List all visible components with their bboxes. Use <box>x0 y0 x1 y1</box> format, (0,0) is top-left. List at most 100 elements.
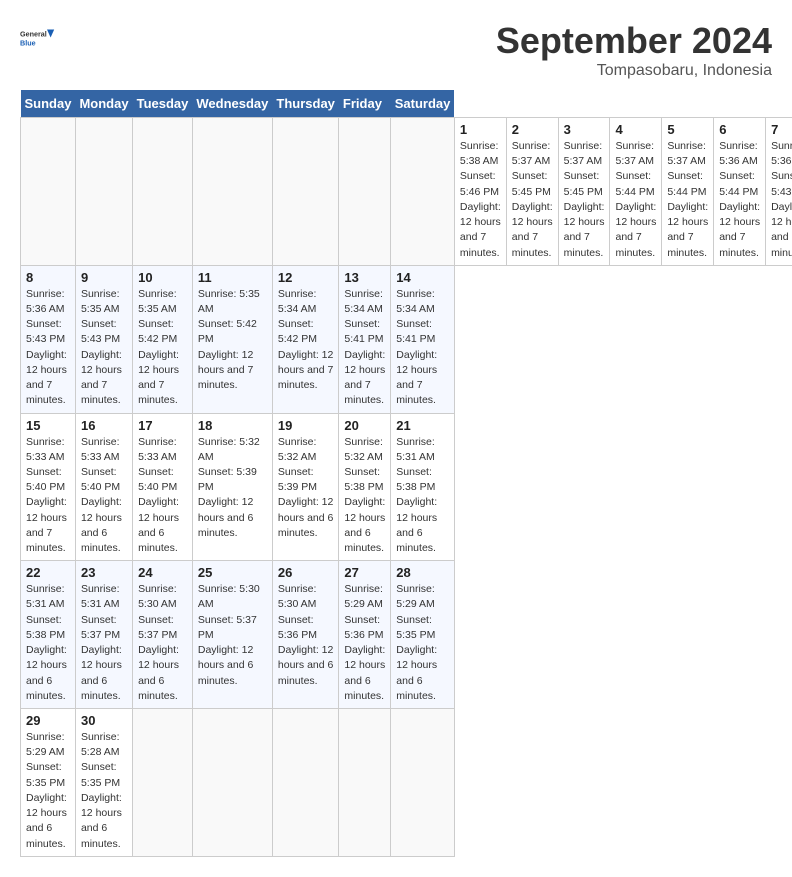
day-number: 23 <box>81 565 127 580</box>
day-number: 27 <box>344 565 385 580</box>
day-info: Sunrise: 5:33 AMSunset: 5:40 PMDaylight:… <box>81 435 127 557</box>
day-info: Sunrise: 5:31 AMSunset: 5:37 PMDaylight:… <box>81 582 127 704</box>
calendar-week-row: 15 Sunrise: 5:33 AMSunset: 5:40 PMDayligh… <box>21 413 792 561</box>
calendar-cell: 8Sunrise: 5:36 AMSunset: 5:43 PMDaylight… <box>21 265 76 413</box>
day-info: Sunrise: 5:32 AMSunset: 5:38 PMDaylight:… <box>344 435 385 557</box>
calendar-cell <box>192 709 272 857</box>
calendar-cell: 24Sunrise: 5:30 AMSunset: 5:37 PMDayligh… <box>133 561 193 709</box>
title-block: September 2024 Tompasobaru, Indonesia <box>496 20 772 80</box>
day-info: Sunrise: 5:31 AMSunset: 5:38 PMDaylight:… <box>396 435 449 557</box>
day-info: Sunrise: 5:36 AMSunset: 5:44 PMDaylight:… <box>719 139 760 261</box>
calendar-cell: 28 Sunrise: 5:29 AMSunset: 5:35 PMDayligh… <box>391 561 455 709</box>
day-info: Sunrise: 5:33 AMSunset: 5:40 PMDaylight:… <box>26 435 70 557</box>
column-header-tuesday: Tuesday <box>133 90 193 118</box>
page-header: GeneralBlue September 2024 Tompasobaru, … <box>20 20 772 80</box>
calendar-cell: 10Sunrise: 5:35 AMSunset: 5:42 PMDayligh… <box>133 265 193 413</box>
day-number: 16 <box>81 418 127 433</box>
calendar-cell: 1Sunrise: 5:38 AMSunset: 5:46 PMDaylight… <box>454 118 506 266</box>
calendar-cell: 2 Sunrise: 5:37 AMSunset: 5:45 PMDaylight… <box>506 118 558 266</box>
calendar-cell: 13 Sunrise: 5:34 AMSunset: 5:41 PMDayligh… <box>339 265 391 413</box>
day-info: Sunrise: 5:35 AMSunset: 5:42 PMDaylight:… <box>198 287 267 394</box>
month-title: September 2024 <box>496 20 772 62</box>
calendar-cell <box>391 709 455 857</box>
calendar-cell <box>75 118 132 266</box>
day-number: 30 <box>81 713 127 728</box>
day-number: 14 <box>396 270 449 285</box>
day-info: Sunrise: 5:35 AMSunset: 5:42 PMDaylight:… <box>138 287 187 409</box>
day-info: Sunrise: 5:30 AMSunset: 5:36 PMDaylight:… <box>278 582 334 689</box>
calendar-cell: 9Sunrise: 5:35 AMSunset: 5:43 PMDaylight… <box>75 265 132 413</box>
calendar-cell <box>339 118 391 266</box>
calendar-cell: 4 Sunrise: 5:37 AMSunset: 5:44 PMDaylight… <box>610 118 662 266</box>
calendar-cell: 23 Sunrise: 5:31 AMSunset: 5:37 PMDayligh… <box>75 561 132 709</box>
column-header-saturday: Saturday <box>391 90 455 118</box>
day-info: Sunrise: 5:32 AMSunset: 5:39 PMDaylight:… <box>198 435 267 542</box>
day-number: 4 <box>615 122 656 137</box>
day-number: 21 <box>396 418 449 433</box>
day-number: 15 <box>26 418 70 433</box>
column-header-wednesday: Wednesday <box>192 90 272 118</box>
calendar-cell <box>391 118 455 266</box>
day-number: 9 <box>81 270 127 285</box>
location-subtitle: Tompasobaru, Indonesia <box>496 62 772 80</box>
calendar-cell <box>192 118 272 266</box>
logo: GeneralBlue <box>20 20 56 56</box>
day-info: Sunrise: 5:37 AMSunset: 5:45 PMDaylight:… <box>512 139 553 261</box>
day-info: Sunrise: 5:37 AMSunset: 5:44 PMDaylight:… <box>615 139 656 261</box>
day-info: Sunrise: 5:33 AMSunset: 5:40 PMDaylight:… <box>138 435 187 557</box>
day-info: Sunrise: 5:29 AMSunset: 5:35 PMDaylight:… <box>26 730 70 852</box>
calendar-cell: 26 Sunrise: 5:30 AMSunset: 5:36 PMDayligh… <box>272 561 339 709</box>
column-header-thursday: Thursday <box>272 90 339 118</box>
day-number: 25 <box>198 565 267 580</box>
svg-text:General: General <box>20 30 47 39</box>
calendar-cell: 27 Sunrise: 5:29 AMSunset: 5:36 PMDayligh… <box>339 561 391 709</box>
calendar-cell: 15 Sunrise: 5:33 AMSunset: 5:40 PMDayligh… <box>21 413 76 561</box>
calendar-cell <box>339 709 391 857</box>
day-number: 3 <box>564 122 605 137</box>
day-info: Sunrise: 5:32 AMSunset: 5:39 PMDaylight:… <box>278 435 334 542</box>
calendar-header-row: SundayMondayTuesdayWednesdayThursdayFrid… <box>21 90 792 118</box>
day-info: Sunrise: 5:30 AMSunset: 5:37 PMDaylight:… <box>198 582 267 689</box>
day-number: 22 <box>26 565 70 580</box>
calendar-cell <box>21 118 76 266</box>
day-info: Sunrise: 5:37 AMSunset: 5:44 PMDaylight:… <box>667 139 708 261</box>
day-number: 13 <box>344 270 385 285</box>
day-number: 11 <box>198 270 267 285</box>
calendar-cell: 16 Sunrise: 5:33 AMSunset: 5:40 PMDayligh… <box>75 413 132 561</box>
day-number: 29 <box>26 713 70 728</box>
day-number: 28 <box>396 565 449 580</box>
day-info: Sunrise: 5:28 AMSunset: 5:35 PMDaylight:… <box>81 730 127 852</box>
day-info: Sunrise: 5:29 AMSunset: 5:36 PMDaylight:… <box>344 582 385 704</box>
column-header-sunday: Sunday <box>21 90 76 118</box>
day-number: 2 <box>512 122 553 137</box>
day-info: Sunrise: 5:34 AMSunset: 5:41 PMDaylight:… <box>344 287 385 409</box>
calendar-cell: 29 Sunrise: 5:29 AMSunset: 5:35 PMDayligh… <box>21 709 76 857</box>
day-number: 19 <box>278 418 334 433</box>
calendar-cell: 14 Sunrise: 5:34 AMSunset: 5:41 PMDayligh… <box>391 265 455 413</box>
calendar-cell: 11 Sunrise: 5:35 AMSunset: 5:42 PMDayligh… <box>192 265 272 413</box>
calendar-cell: 20 Sunrise: 5:32 AMSunset: 5:38 PMDayligh… <box>339 413 391 561</box>
calendar-cell: 21 Sunrise: 5:31 AMSunset: 5:38 PMDayligh… <box>391 413 455 561</box>
calendar-cell: 7Sunrise: 5:36 AMSunset: 5:43 PMDaylight… <box>766 118 792 266</box>
day-info: Sunrise: 5:37 AMSunset: 5:45 PMDaylight:… <box>564 139 605 261</box>
day-info: Sunrise: 5:29 AMSunset: 5:35 PMDaylight:… <box>396 582 449 704</box>
day-number: 20 <box>344 418 385 433</box>
day-number: 17 <box>138 418 187 433</box>
calendar-cell: 22 Sunrise: 5:31 AMSunset: 5:38 PMDayligh… <box>21 561 76 709</box>
calendar-cell: 17 Sunrise: 5:33 AMSunset: 5:40 PMDayligh… <box>133 413 193 561</box>
day-info: Sunrise: 5:31 AMSunset: 5:38 PMDaylight:… <box>26 582 70 704</box>
calendar-cell <box>272 709 339 857</box>
calendar-cell: 30 Sunrise: 5:28 AMSunset: 5:35 PMDayligh… <box>75 709 132 857</box>
day-number: 18 <box>198 418 267 433</box>
calendar-cell: 12 Sunrise: 5:34 AMSunset: 5:42 PMDayligh… <box>272 265 339 413</box>
svg-text:Blue: Blue <box>20 39 36 48</box>
column-header-monday: Monday <box>75 90 132 118</box>
day-number: 6 <box>719 122 760 137</box>
day-number: 12 <box>278 270 334 285</box>
calendar-cell <box>133 118 193 266</box>
day-info: Sunrise: 5:34 AMSunset: 5:41 PMDaylight:… <box>396 287 449 409</box>
calendar-week-row: 29 Sunrise: 5:29 AMSunset: 5:35 PMDayligh… <box>21 709 792 857</box>
calendar-cell: 6 Sunrise: 5:36 AMSunset: 5:44 PMDaylight… <box>714 118 766 266</box>
day-number: 26 <box>278 565 334 580</box>
day-info: Sunrise: 5:34 AMSunset: 5:42 PMDaylight:… <box>278 287 334 394</box>
